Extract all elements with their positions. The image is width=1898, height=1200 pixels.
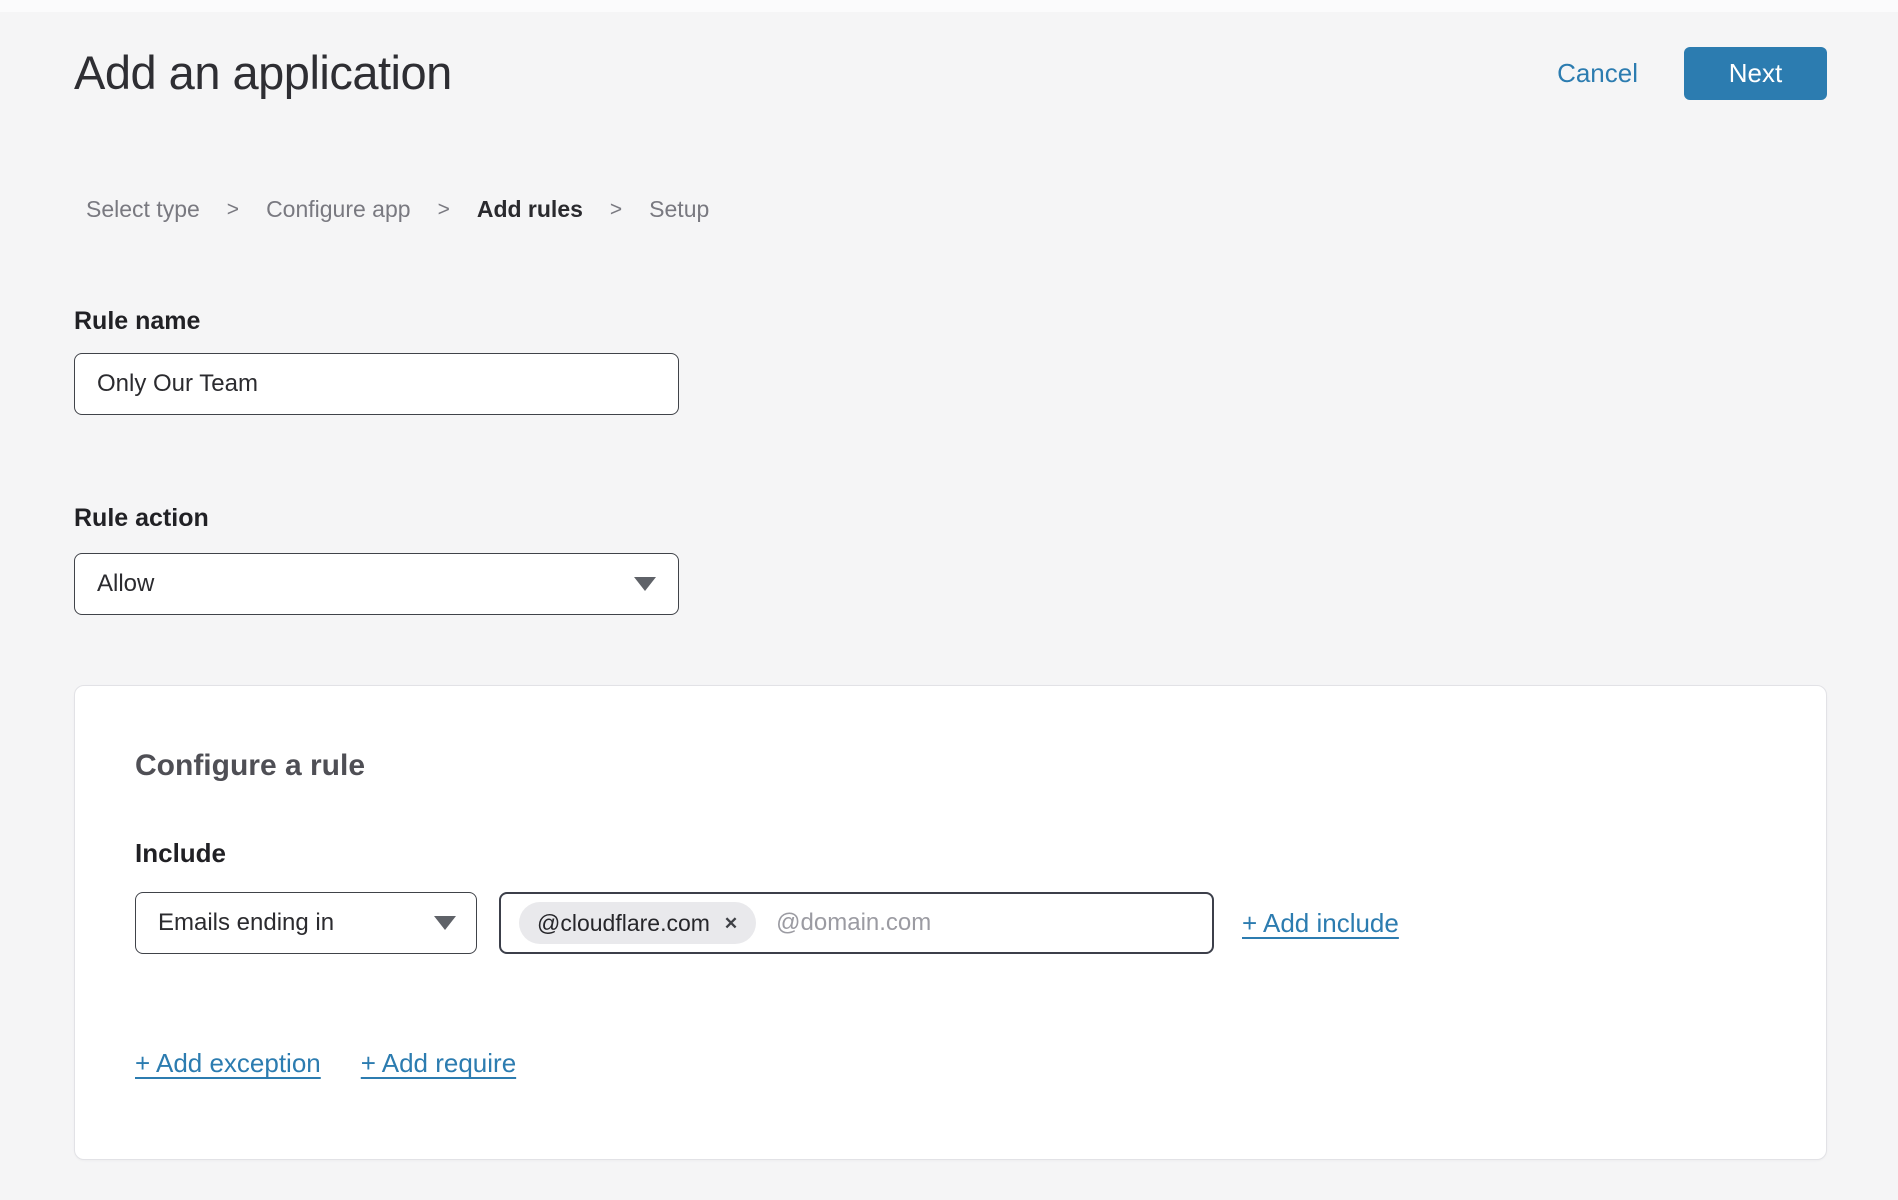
email-domain-chip: @cloudflare.com ✕ [519,902,756,944]
rule-action-select[interactable]: Allow [74,553,679,615]
caret-down-icon [434,916,456,930]
include-selector-select[interactable]: Emails ending in [135,892,477,954]
add-exception-link[interactable]: + Add exception [135,1048,321,1079]
email-domain-chip-label: @cloudflare.com [537,910,710,937]
rule-name-input[interactable] [74,353,679,415]
rule-name-label: Rule name [74,306,1827,336]
page-header: Add an application Cancel Next [74,46,1827,100]
breadcrumb-separator: > [438,198,450,222]
email-domain-input[interactable] [774,908,1194,938]
cancel-button[interactable]: Cancel [1557,58,1638,89]
header-actions: Cancel Next [1557,47,1827,100]
top-strip [0,0,1898,12]
add-include-link[interactable]: + Add include [1242,908,1399,939]
configure-rule-card: Configure a rule Include Emails ending i… [74,685,1827,1160]
breadcrumb-separator: > [610,198,622,222]
page-title: Add an application [74,46,452,100]
remove-chip-icon[interactable]: ✕ [724,915,738,932]
include-label: Include [135,838,1766,868]
rule-action-label: Rule action [74,503,1827,533]
add-require-link[interactable]: + Add require [361,1048,516,1079]
configure-rule-title: Configure a rule [135,748,1766,784]
rule-action-selected-value: Allow [97,570,154,598]
rule-links-row: + Add exception + Add require [135,1048,1766,1079]
breadcrumb-separator: > [227,198,239,222]
breadcrumb-step-configure-app[interactable]: Configure app [266,196,411,223]
caret-down-icon [634,577,656,591]
breadcrumb-step-setup[interactable]: Setup [649,196,709,223]
email-domains-input-box[interactable]: @cloudflare.com ✕ [499,892,1214,954]
next-button[interactable]: Next [1684,47,1827,100]
include-rule-row: Emails ending in @cloudflare.com ✕ + Add… [135,892,1766,954]
breadcrumb-step-select-type[interactable]: Select type [86,196,200,223]
include-selector-value: Emails ending in [158,909,334,937]
breadcrumb: Select type > Configure app > Add rules … [86,196,1827,223]
add-application-page: Add an application Cancel Next Select ty… [0,12,1898,1160]
breadcrumb-step-add-rules[interactable]: Add rules [477,196,583,223]
